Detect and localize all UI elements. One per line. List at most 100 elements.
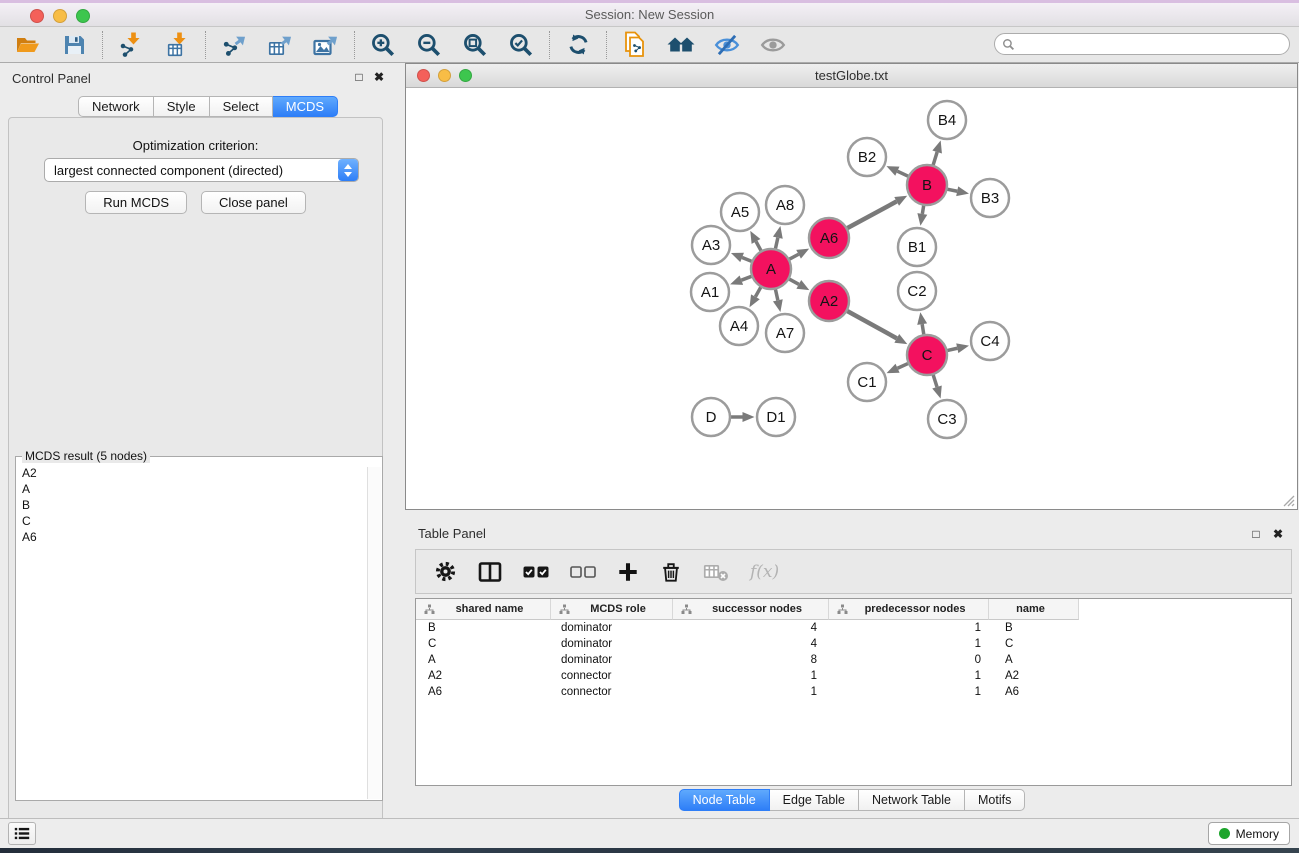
graph-node[interactable]: D1 [757,398,795,436]
float-panel-icon[interactable]: □ [352,70,366,84]
graph-edge[interactable] [847,196,908,229]
network-window-titlebar[interactable]: testGlobe.txt [406,64,1297,88]
graph-edge[interactable] [731,253,752,262]
import-table-button[interactable] [163,31,191,59]
save-session-button[interactable] [60,31,88,59]
column-header[interactable]: predecessor nodes [829,599,989,620]
graph-edge[interactable] [847,311,908,344]
table-settings-button[interactable] [434,560,457,583]
graph-node[interactable]: A2 [809,281,849,321]
refresh-button[interactable] [564,31,592,59]
graph-node[interactable]: A5 [721,193,759,231]
table-row[interactable]: Adominator80A [416,652,1291,668]
tab-node-table[interactable]: Node Table [679,789,770,811]
split-panel-button[interactable] [478,561,502,583]
graph-node[interactable]: B2 [848,138,886,176]
delete-table-button[interactable] [703,562,729,582]
open-session-button[interactable] [14,31,42,59]
mcds-result-item[interactable]: A2 [16,465,367,481]
home-button[interactable] [667,31,695,59]
mcds-result-item[interactable]: A [16,481,367,497]
graph-edge[interactable] [947,186,969,196]
zoom-selected-button[interactable] [507,31,535,59]
close-panel-icon[interactable]: ✖ [372,70,386,84]
graph-node[interactable]: D [692,398,730,436]
deselect-all-button[interactable] [570,565,596,579]
zoom-out-button[interactable] [415,31,443,59]
graph-edge[interactable] [886,166,908,176]
resize-grip[interactable] [1281,493,1295,507]
graph-edge[interactable] [947,343,969,353]
graph-edge[interactable] [730,412,755,422]
tab-network[interactable]: Network [78,96,154,117]
hide-graphics-details-button[interactable] [713,31,741,59]
graph-node[interactable]: A8 [766,186,804,224]
column-header[interactable]: successor nodes [673,599,829,620]
function-builder-button[interactable]: f(x) [750,562,779,582]
graph-node[interactable]: A7 [766,314,804,352]
tab-select[interactable]: Select [210,96,273,117]
table-row[interactable]: Cdominator41C [416,636,1291,652]
table-row[interactable]: Bdominator41B [416,620,1291,636]
graph-edge[interactable] [932,141,942,166]
graph-edge[interactable] [789,279,810,290]
graph-node[interactable]: C2 [898,272,936,310]
tab-mcds[interactable]: MCDS [273,96,338,117]
mcds-result-item[interactable]: B [16,497,367,513]
column-header[interactable]: MCDS role [551,599,673,620]
delete-column-button[interactable] [660,560,682,584]
column-header[interactable]: shared name [416,599,551,620]
graph-node[interactable]: A3 [692,226,730,264]
graph-node[interactable]: C4 [971,322,1009,360]
import-network-button[interactable] [117,31,145,59]
result-scrollbar[interactable] [367,467,381,799]
graph-node[interactable]: B1 [898,228,936,266]
graph-edge[interactable] [932,374,942,398]
search-input[interactable] [1019,34,1289,54]
mcds-result-item[interactable]: A6 [16,529,367,545]
tab-style[interactable]: Style [154,96,210,117]
tab-edge-table[interactable]: Edge Table [770,789,859,811]
zoom-fit-button[interactable] [461,31,489,59]
graph-node[interactable]: B3 [971,179,1009,217]
new-network-from-selection-button[interactable] [621,31,649,59]
table-row[interactable]: A2connector11A2 [416,668,1291,684]
close-table-panel-icon[interactable]: ✖ [1271,527,1285,541]
graph-node[interactable]: B4 [928,101,966,139]
zoom-in-button[interactable] [369,31,397,59]
graph-node[interactable]: A4 [720,307,758,345]
graph-node[interactable]: B [907,165,947,205]
graph-node[interactable]: A [751,249,791,289]
graph-edge[interactable] [750,231,761,252]
run-mcds-button[interactable]: Run MCDS [85,191,187,214]
graph-edge[interactable] [730,276,752,285]
graph-node[interactable]: A6 [809,218,849,258]
task-history-button[interactable] [8,822,36,845]
add-column-button[interactable] [617,561,639,583]
export-network-button[interactable] [220,31,248,59]
float-table-panel-icon[interactable]: □ [1249,527,1263,541]
graph-node[interactable]: C1 [848,363,886,401]
tab-motifs[interactable]: Motifs [965,789,1025,811]
memory-button[interactable]: Memory [1208,822,1290,845]
mcds-result-item[interactable]: C [16,513,367,529]
graph-edge[interactable] [789,249,810,260]
search-field[interactable] [994,33,1290,55]
graph-node[interactable]: C3 [928,400,966,438]
show-graphics-details-button[interactable] [759,31,787,59]
graph-node[interactable]: C [907,335,947,375]
criterion-dropdown[interactable]: largest connected component (directed) [44,158,359,182]
graph-node[interactable]: A1 [691,273,729,311]
export-table-button[interactable] [266,31,294,59]
network-canvas[interactable]: B4 B2 B B3 A8A5 A6 B1 A3 A C2 A1 A2 A4A7 C4 C C1 D D1 C3 [406,88,1297,509]
select-all-button[interactable] [523,565,549,579]
graph-edge[interactable] [750,286,762,307]
column-header[interactable]: name [989,599,1079,620]
close-panel-button[interactable]: Close panel [201,191,306,214]
graph-edge[interactable] [917,205,927,226]
graph-edge[interactable] [887,363,909,373]
table-row[interactable]: A6connector11A6 [416,684,1291,700]
export-image-button[interactable] [312,31,340,59]
graph-edge[interactable] [773,226,783,249]
graph-edge[interactable] [773,289,783,312]
